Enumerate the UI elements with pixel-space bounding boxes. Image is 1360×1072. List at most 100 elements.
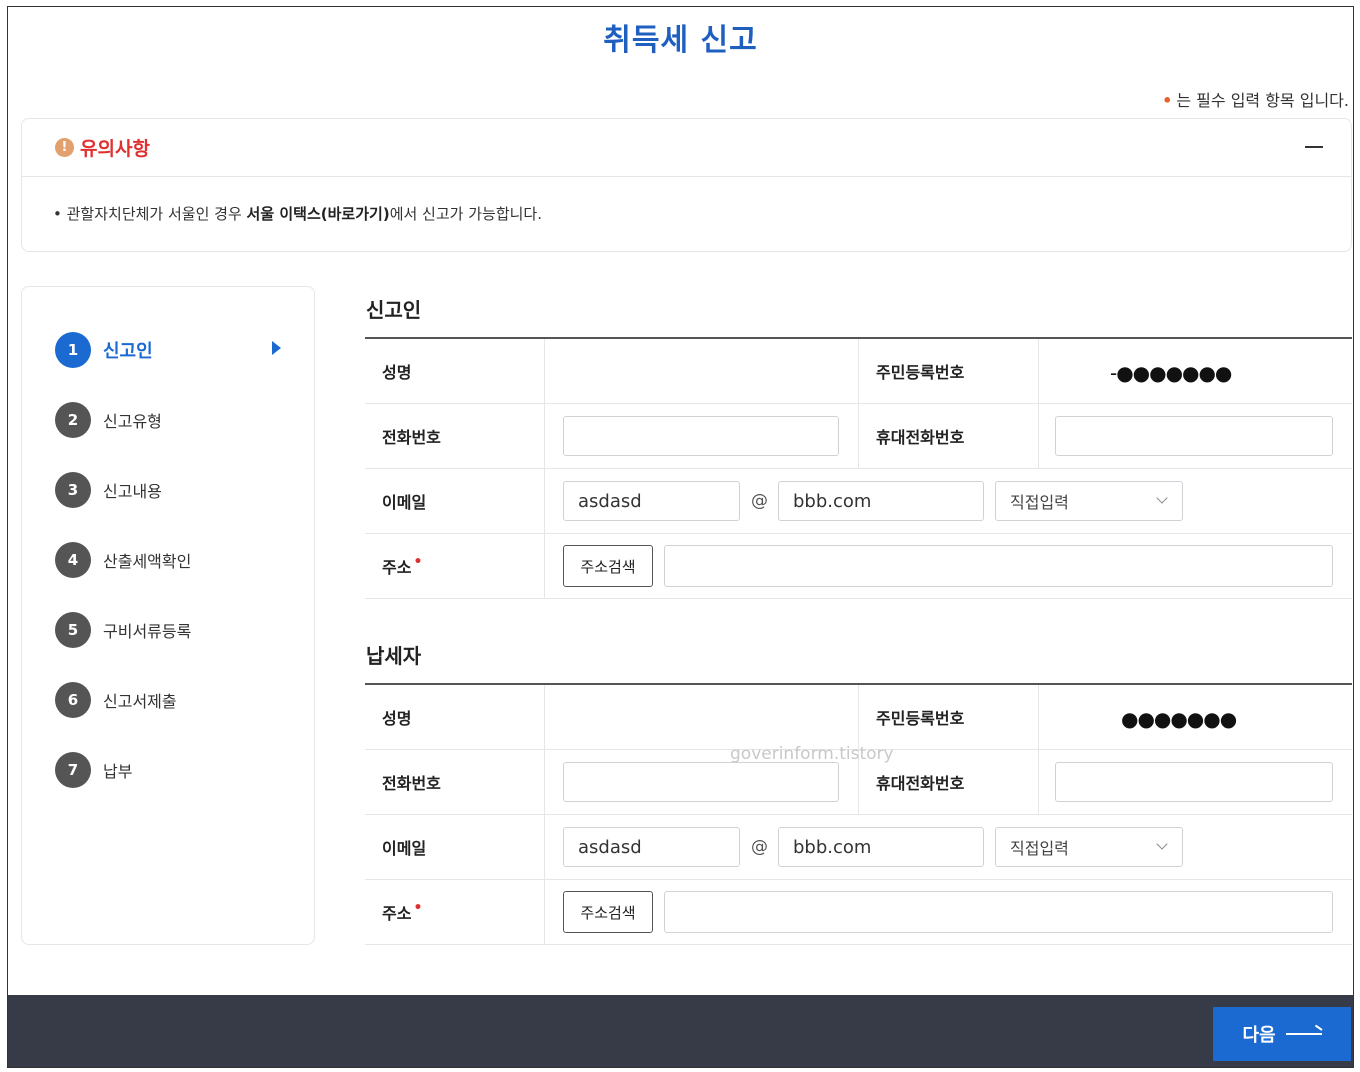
reporter-name-row: 성명 주민등록번호 -●●●●●●● [365, 339, 1352, 404]
divider [1038, 339, 1039, 403]
address-label-text: 주소 [382, 558, 412, 577]
step-label: 신고인 [103, 341, 153, 362]
rrn-label: 주민등록번호 [876, 363, 965, 382]
step-7[interactable]: 7 납부 [55, 752, 132, 788]
notice-text-before: 관할자치단체가 서울인 경우 [61, 205, 247, 223]
seoul-etax-link[interactable]: 서울 이택스(바로가기) [247, 205, 390, 223]
next-button[interactable]: 다음 [1213, 1007, 1351, 1061]
next-button-label: 다음 [1242, 1025, 1276, 1046]
taxpayer-section-title: 납세자 [366, 644, 422, 668]
step-label: 신고내용 [103, 482, 162, 501]
step-label: 신고유형 [103, 412, 162, 431]
step-6[interactable]: 6 신고서제출 [55, 682, 177, 718]
reporter-section-title: 신고인 [366, 298, 422, 322]
taxpayer-name-row: 성명 주민등록번호 ●●●●●●● [365, 685, 1352, 750]
address-label-text: 주소 [382, 904, 412, 923]
email-domain-select[interactable]: 직접입력 [995, 481, 1183, 521]
mobile-input[interactable] [1055, 762, 1333, 802]
divider [544, 750, 545, 814]
divider [858, 404, 859, 468]
reporter-address-row: 주소 • 주소검색 [365, 534, 1352, 599]
rrn-value: -●●●●●●● [1110, 361, 1232, 385]
reporter-phone-row: 전화번호 휴대전화번호 [365, 404, 1352, 469]
name-label: 성명 [382, 709, 412, 728]
warning-icon: ! [55, 138, 74, 157]
taxpayer-address-row: 주소 • 주소검색 [365, 880, 1352, 945]
phone-input[interactable] [563, 416, 839, 456]
address-search-button[interactable]: 주소검색 [563, 891, 653, 933]
step-number: 4 [55, 542, 91, 578]
mobile-label: 휴대전화번호 [876, 428, 965, 447]
step-4[interactable]: 4 산출세액확인 [55, 542, 191, 578]
step-5[interactable]: 5 구비서류등록 [55, 612, 191, 648]
step-1[interactable]: 1 신고인 [55, 332, 153, 368]
email-label: 이메일 [382, 493, 427, 512]
chevron-down-icon [1156, 492, 1168, 504]
reporter-form: 성명 주민등록번호 -●●●●●●● 전화번호 휴대전화번호 이메일 asdas… [365, 337, 1352, 599]
step-sidebar: 1 신고인 2 신고유형 3 신고내용 4 산출세액확인 5 구비서류등록 6 … [21, 286, 315, 945]
notice-title: 유의사항 [80, 138, 150, 160]
notice-header: ! 유의사항 [22, 119, 1351, 177]
step-label: 산출세액확인 [103, 552, 192, 571]
phone-label: 전화번호 [382, 428, 441, 447]
mobile-input[interactable] [1055, 416, 1333, 456]
divider [858, 339, 859, 403]
email-domain-select[interactable]: 직접입력 [995, 827, 1183, 867]
collapse-icon[interactable] [1305, 146, 1323, 148]
divider [544, 534, 545, 598]
step-number: 5 [55, 612, 91, 648]
divider [544, 685, 545, 749]
address-search-button[interactable]: 주소검색 [563, 545, 653, 587]
divider [544, 880, 545, 944]
email-label: 이메일 [382, 839, 427, 858]
taxpayer-form: 성명 주민등록번호 ●●●●●●● 전화번호 휴대전화번호 이메일 asdasd… [365, 683, 1352, 945]
divider [544, 815, 545, 879]
step-2[interactable]: 2 신고유형 [55, 402, 162, 438]
step-label: 구비서류등록 [103, 622, 192, 641]
step-number: 2 [55, 402, 91, 438]
required-note: • 는 필수 입력 항목 입니다. [1162, 87, 1349, 111]
at-sign: @ [751, 491, 768, 511]
step-number: 6 [55, 682, 91, 718]
email-id-input[interactable]: asdasd [563, 481, 740, 521]
divider [544, 469, 545, 533]
divider [1038, 750, 1039, 814]
footer-bar: 다음 [8, 995, 1353, 1067]
email-domain-input[interactable]: bbb.com [778, 481, 984, 521]
required-marker: • [413, 554, 423, 570]
divider [544, 339, 545, 403]
at-sign: @ [751, 837, 768, 857]
phone-input[interactable] [563, 762, 839, 802]
required-dot: • [1162, 91, 1173, 110]
rrn-value: ●●●●●●● [1121, 707, 1237, 731]
step-number: 3 [55, 472, 91, 508]
notice-panel: ! 유의사항 • 관할자치단체가 서울인 경우 서울 이택스(바로가기)에서 신… [21, 118, 1352, 252]
step-number: 1 [55, 332, 91, 368]
divider [544, 404, 545, 468]
divider [1038, 404, 1039, 468]
arrow-right-icon [1285, 1033, 1322, 1035]
watermark: goverinform.tistory [730, 744, 894, 764]
phone-label: 전화번호 [382, 774, 441, 793]
divider [1038, 685, 1039, 749]
email-id-input[interactable]: asdasd [563, 827, 740, 867]
required-marker: • [413, 900, 423, 916]
taxpayer-email-row: 이메일 asdasd @ bbb.com 직접입력 [365, 815, 1352, 880]
rrn-label: 주민등록번호 [876, 709, 965, 728]
step-label: 납부 [103, 762, 133, 781]
name-label: 성명 [382, 363, 412, 382]
chevron-down-icon [1156, 838, 1168, 850]
required-note-text: 는 필수 입력 항목 입니다. [1176, 91, 1349, 110]
step-label: 신고서제출 [103, 692, 177, 711]
address-input[interactable] [664, 545, 1333, 587]
page-frame: 취득세 신고 • 는 필수 입력 항목 입니다. ! 유의사항 • 관할자치단체가… [7, 6, 1354, 1068]
address-label: 주소 • [382, 880, 422, 944]
notice-bullet: • [53, 205, 62, 223]
select-value: 직접입력 [1010, 493, 1069, 512]
step-3[interactable]: 3 신고내용 [55, 472, 162, 508]
address-label: 주소 • [382, 534, 422, 598]
email-domain-input[interactable]: bbb.com [778, 827, 984, 867]
address-input[interactable] [664, 891, 1333, 933]
select-value: 직접입력 [1010, 839, 1069, 858]
page-title: 취득세 신고 [603, 23, 758, 58]
